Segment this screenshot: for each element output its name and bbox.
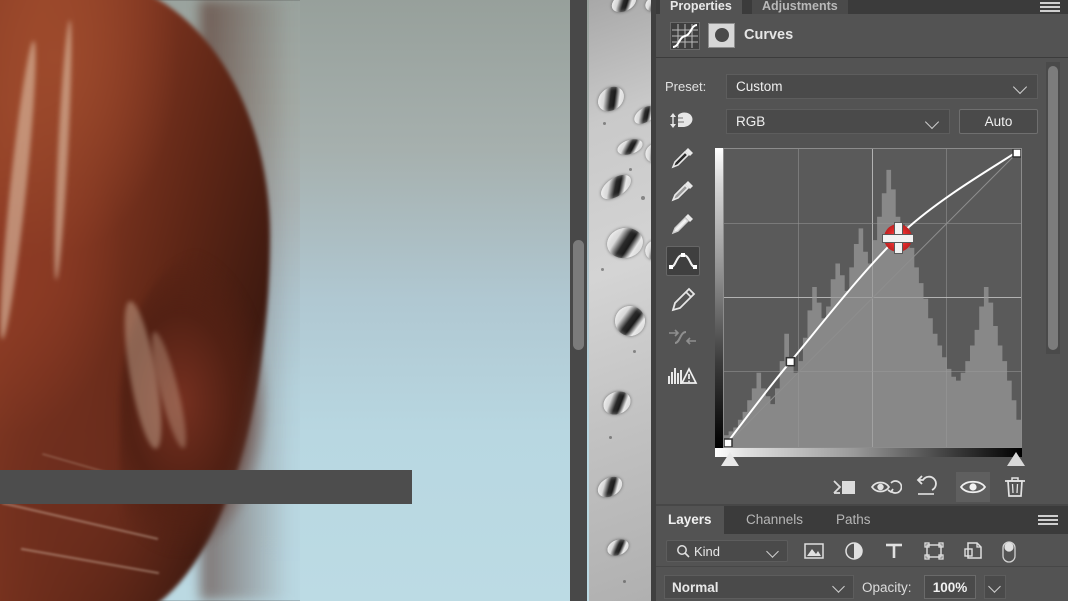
toggle-previous-state-icon[interactable] <box>868 472 903 502</box>
input-gradient-bar <box>715 448 1022 457</box>
curve-point-tool-icon[interactable] <box>666 246 700 276</box>
filter-kind-label: Kind <box>694 544 721 559</box>
droplet-speck <box>641 196 645 200</box>
delete-trash-icon[interactable] <box>998 472 1032 502</box>
on-image-adjustment-icon[interactable] <box>666 106 700 136</box>
water-droplet <box>643 0 651 15</box>
panel-menu-icon[interactable] <box>1040 2 1060 13</box>
output-gradient-bar <box>715 148 723 448</box>
water-droplet <box>599 387 635 419</box>
water-droplet <box>604 224 646 262</box>
water-droplet <box>613 304 647 338</box>
water-droplet <box>604 536 632 559</box>
panel-tab-strip: Properties Adjustments <box>656 0 1068 14</box>
water-droplet <box>608 0 640 17</box>
curves-adjustment-icon <box>670 22 700 50</box>
tab-layers[interactable]: Layers <box>656 506 724 534</box>
filter-adjustment-layers-icon[interactable] <box>842 540 866 562</box>
black-point-eyedropper-icon[interactable] <box>666 142 700 172</box>
filter-shape-layers-icon[interactable] <box>922 540 946 562</box>
tab-paths[interactable]: Paths <box>824 506 883 534</box>
histogram-warning-icon[interactable] <box>666 362 700 392</box>
preset-value: Custom <box>736 79 783 94</box>
channel-value: RGB <box>736 114 766 129</box>
tab-channels[interactable]: Channels <box>734 506 815 534</box>
pencil-curve-tool-icon[interactable] <box>666 284 700 314</box>
document-scrollbar-thumb[interactable] <box>573 240 584 350</box>
clip-to-layer-icon[interactable] <box>828 472 862 502</box>
droplet-speck <box>609 436 612 439</box>
curves-graph[interactable] <box>715 148 1022 448</box>
droplet-speck <box>601 268 604 271</box>
curves-panel-header: Curves <box>656 14 1068 57</box>
tab-properties[interactable]: Properties <box>660 0 742 14</box>
white-point-slider[interactable] <box>1007 452 1025 466</box>
filter-type-layers-icon[interactable] <box>882 540 906 562</box>
opacity-label: Opacity: <box>862 580 912 595</box>
droplet-speck <box>629 168 632 171</box>
opacity-dropdown-button[interactable] <box>984 575 1006 599</box>
water-droplet <box>593 81 629 117</box>
water-droplet <box>594 472 626 502</box>
curve-control-point <box>1012 149 1021 158</box>
crosshair-cursor-horizontal <box>882 234 914 243</box>
white-point-eyedropper-icon[interactable] <box>666 208 700 238</box>
visibility-eye-icon[interactable] <box>956 472 990 502</box>
reset-icon[interactable] <box>910 472 944 502</box>
water-droplet <box>596 170 636 204</box>
filter-pixel-layers-icon[interactable] <box>802 540 826 562</box>
auto-button-label: Auto <box>984 114 1013 129</box>
droplet-speck <box>623 580 626 583</box>
opacity-value: 100% <box>932 580 968 595</box>
search-icon <box>677 545 690 558</box>
canvas-background-right <box>300 0 589 601</box>
curves-tool-column <box>666 106 700 396</box>
properties-bottom-toolbar <box>0 470 412 504</box>
water-droplets-canvas[interactable] <box>589 0 651 601</box>
panel-menu-icon[interactable] <box>1038 515 1058 526</box>
photoshop-window: Properties Adjustments Curves Preset: Cu… <box>0 0 1068 601</box>
gray-point-eyedropper-icon[interactable] <box>666 175 700 205</box>
blend-mode-value: Normal <box>672 580 719 595</box>
tab-adjustments[interactable]: Adjustments <box>752 0 848 14</box>
histogram <box>724 169 1021 447</box>
properties-scrollbar-thumb[interactable] <box>1048 66 1058 350</box>
water-droplet <box>641 139 651 167</box>
curve-control-point <box>785 356 796 367</box>
curve-control-point <box>724 438 733 447</box>
black-point-slider[interactable] <box>721 452 739 466</box>
preset-label: Preset: <box>665 79 707 94</box>
curves-plot <box>724 149 1021 447</box>
curves-panel-title: Curves <box>744 27 794 43</box>
layer-mask-shape <box>715 28 729 42</box>
water-droplet <box>631 102 651 128</box>
water-droplet <box>615 136 645 158</box>
droplet-speck <box>603 122 606 125</box>
layers-panel: Layers Channels Paths Kind Normal Opacit… <box>656 506 1068 601</box>
smooth-curve-icon[interactable] <box>666 322 700 352</box>
filter-smart-object-icon[interactable] <box>962 540 986 562</box>
portrait-canvas[interactable] <box>0 0 589 601</box>
droplet-speck <box>633 350 636 353</box>
layers-tab-strip: Layers Channels Paths <box>656 506 1068 534</box>
layers-filter-row: Kind <box>656 534 1068 566</box>
filter-toggle-switch[interactable] <box>1000 540 1018 563</box>
layers-blend-row: Normal Opacity: 100% <box>656 566 1068 601</box>
curves-grid-area[interactable] <box>723 148 1022 448</box>
